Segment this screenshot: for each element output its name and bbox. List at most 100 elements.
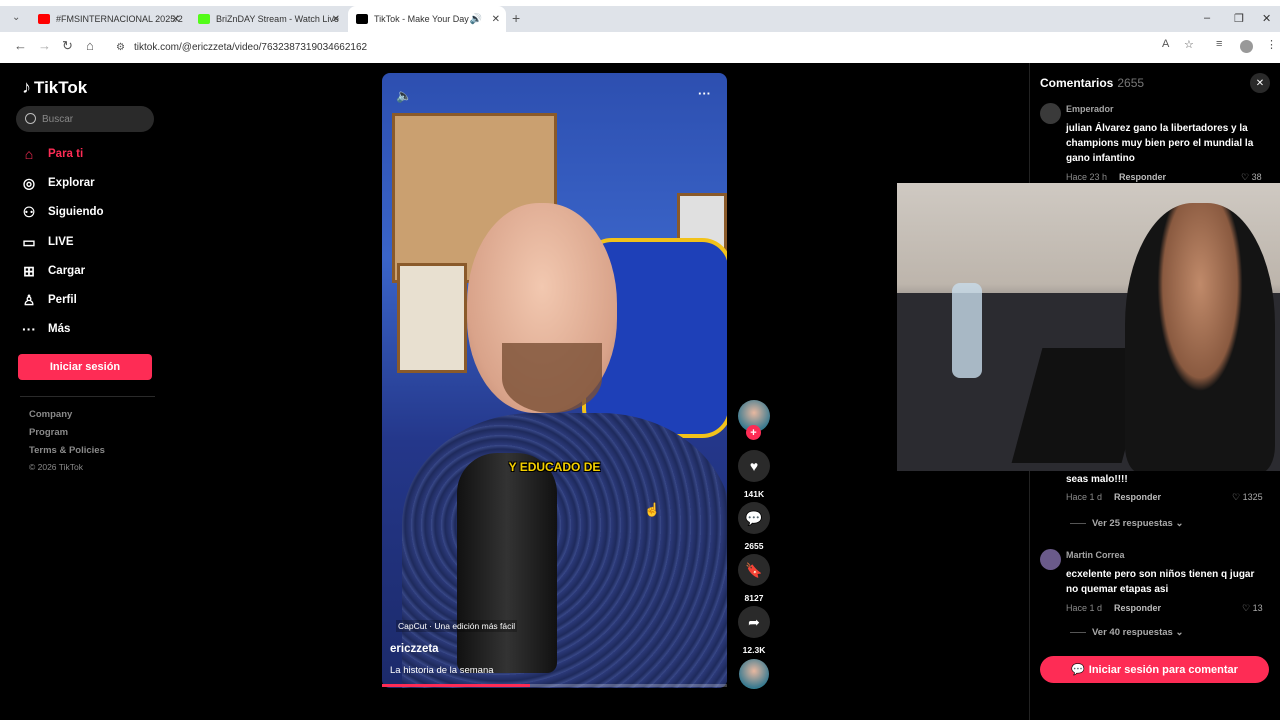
microphone: [457, 453, 557, 673]
comment-like[interactable]: ♡ 1325: [1232, 492, 1263, 503]
media-control-icon[interactable]: ≡: [1216, 38, 1222, 50]
live-icon: ▭: [22, 233, 36, 250]
close-comments-icon[interactable]: ✕: [1250, 73, 1270, 93]
wall-poster: [397, 263, 467, 373]
home-button-icon[interactable]: ⌂: [86, 38, 94, 53]
tab-title: TikTok - Make Your Day: [374, 14, 469, 24]
volume-icon[interactable]: 🔈: [396, 88, 412, 104]
tab-tiktok[interactable]: TikTok - Make Your Day 🔊 ✕: [348, 6, 506, 32]
video-player[interactable]: Y EDUCADO DE: [382, 73, 727, 688]
reply-line: [1070, 523, 1086, 524]
progress-fill: [382, 684, 531, 687]
speaker-icon[interactable]: 🔊: [470, 14, 482, 25]
minimize-icon[interactable]: –: [1204, 12, 1210, 24]
tiktok-icon: [356, 14, 368, 24]
nav-label: Más: [48, 323, 71, 335]
video-progress[interactable]: [382, 684, 727, 687]
close-tab-icon[interactable]: ✕: [332, 14, 340, 25]
back-icon[interactable]: ←: [14, 38, 27, 53]
logo-text: TikTok: [34, 77, 88, 97]
reply-button[interactable]: Responder: [1119, 172, 1166, 182]
share-count: 12.3K: [742, 645, 766, 655]
nav-siguiendo[interactable]: ⚇ Siguiendo: [20, 201, 104, 223]
reply-button[interactable]: Responder: [1114, 603, 1161, 613]
nav-para-ti[interactable]: ⌂ Para ti: [20, 143, 83, 165]
comment-button[interactable]: 💬 2655: [738, 502, 770, 551]
translate-icon[interactable]: A: [1162, 38, 1169, 50]
nav-label: LIVE: [48, 236, 74, 248]
comment-like-count: 38: [1251, 172, 1262, 182]
footer-terms[interactable]: Terms & Policies: [29, 445, 105, 456]
close-tab-icon[interactable]: ✕: [172, 14, 180, 25]
search-input[interactable]: Buscar: [16, 106, 154, 132]
nav-cargar[interactable]: ⊞ Cargar: [20, 260, 85, 282]
comment-avatar[interactable]: [1040, 103, 1061, 124]
new-tab-icon[interactable]: +: [512, 10, 520, 26]
shirt: [402, 413, 727, 688]
like-count: 141K: [743, 489, 765, 499]
compass-icon: ◎: [22, 174, 36, 191]
upload-icon: ⊞: [23, 262, 35, 279]
kick-icon: [198, 14, 210, 24]
nav-perfil[interactable]: ♙ Perfil: [20, 289, 77, 311]
nav-label: Explorar: [48, 177, 95, 189]
webcam-streamer: [1125, 203, 1275, 471]
forward-icon[interactable]: →: [38, 38, 51, 53]
nav-live[interactable]: ▭ LIVE: [20, 231, 74, 253]
comment-like[interactable]: ♡ 38: [1241, 172, 1262, 183]
comment-avatar[interactable]: [1040, 549, 1061, 570]
like-button[interactable]: ♥ 141K: [738, 450, 770, 499]
nav-mas[interactable]: ··· Más: [20, 318, 70, 340]
tab-kick[interactable]: BriZnDAY Stream - Watch Live ✕: [190, 6, 346, 32]
close-window-icon[interactable]: ✕: [1262, 12, 1271, 25]
footer-company[interactable]: Company: [29, 409, 72, 420]
heart-icon: ♥: [738, 450, 770, 482]
login-button[interactable]: Iniciar sesión: [18, 354, 152, 380]
nav-label: Para ti: [48, 148, 84, 160]
profile-icon[interactable]: [1240, 40, 1253, 53]
comment-count: 2655: [744, 541, 764, 551]
close-tab-icon[interactable]: ✕: [492, 14, 500, 25]
comments-count: 2655: [1117, 76, 1145, 90]
follow-plus-icon[interactable]: +: [746, 425, 761, 440]
tiktok-logo[interactable]: ♪ TikTok: [22, 77, 87, 98]
copyright: © 2026 TikTok: [29, 462, 83, 472]
site-info-icon[interactable]: ⚙: [116, 42, 125, 53]
search-icon: [25, 113, 36, 124]
login-to-comment-button[interactable]: 💬 Iniciar sesión para comentar: [1040, 656, 1269, 683]
menu-dots-icon[interactable]: ⋮: [1266, 38, 1277, 51]
comments-title-text: Comentarios: [1040, 76, 1114, 90]
view-replies-label: Ver 25 respuestas: [1092, 518, 1173, 529]
share-button[interactable]: ➦ 12.3K: [738, 606, 770, 655]
nav-explorar[interactable]: ◎ Explorar: [20, 172, 95, 194]
comment-bubble-icon: 💬: [1071, 664, 1085, 676]
capcut-label[interactable]: CapCut · Una edición más fácil: [396, 620, 518, 632]
comments-title: Comentarios 2655: [1040, 76, 1144, 90]
url-text: tiktok.com/@ericzzeta/video/763238731903…: [134, 41, 368, 53]
reply-button[interactable]: Responder: [1114, 492, 1161, 502]
save-button[interactable]: 🔖 8127: [738, 554, 770, 603]
comment-like[interactable]: ♡ 13: [1242, 603, 1263, 614]
maximize-icon[interactable]: ❐: [1234, 12, 1244, 25]
address-bar[interactable]: ⚙ tiktok.com/@ericzzeta/video/7632387319…: [110, 36, 1200, 58]
tab-fms[interactable]: #FMSINTERNACIONAL 2025/2 ✕: [30, 6, 186, 32]
comment-icon: 💬: [738, 502, 770, 534]
login-to-comment-label: Iniciar sesión para comentar: [1088, 663, 1238, 676]
home-icon: ⌂: [24, 146, 34, 162]
comment-author[interactable]: Emperador: [1066, 104, 1114, 114]
comment-text: ecxelente pero son niños tienen q jugar …: [1066, 569, 1255, 595]
comment-time: Hace 1 d: [1066, 492, 1103, 502]
bookmark-star-icon[interactable]: ☆: [1184, 38, 1194, 51]
more-options-icon[interactable]: ···: [698, 86, 711, 101]
music-disc-avatar[interactable]: [739, 659, 769, 689]
view-replies-button[interactable]: Ver 25 respuestas ⌄: [1070, 518, 1183, 529]
video-author[interactable]: ericzzeta: [390, 643, 439, 655]
profile-icon: ♙: [22, 291, 36, 308]
reply-line: [1070, 632, 1086, 633]
footer-program[interactable]: Program: [29, 427, 68, 438]
comment-author[interactable]: Martin Correa: [1066, 550, 1125, 560]
view-replies-button[interactable]: Ver 40 respuestas ⌄: [1070, 627, 1183, 638]
reload-icon[interactable]: ↻: [62, 38, 73, 54]
tab-list-icon[interactable]: ⌄: [12, 12, 20, 23]
save-count: 8127: [744, 593, 764, 603]
